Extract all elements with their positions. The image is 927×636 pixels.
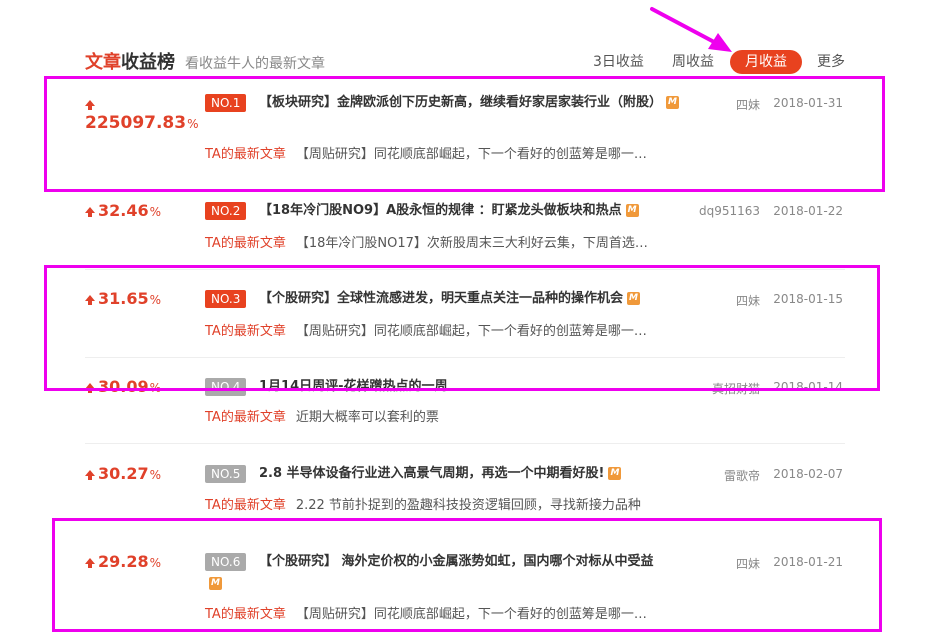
author-name[interactable]: 雷歌帝: [724, 467, 760, 484]
author-name[interactable]: 四妹: [736, 292, 760, 309]
publish-date: 2018-01-22: [773, 204, 843, 218]
latest-article: TA的最新文章 近期大概率可以套利的票: [205, 406, 439, 425]
up-arrow-icon: [85, 294, 95, 305]
mobile-badge-icon: M: [608, 467, 622, 480]
article-title[interactable]: 1月14日周评-花样蹭热点的一周: [259, 376, 719, 398]
gain-value: 29.28%: [85, 552, 161, 571]
list-item: 30.09% NO.4 1月14日周评-花样蹭热点的一周 真招财猫 2018-0…: [85, 358, 845, 444]
latest-link[interactable]: 【周贴研究】同花顺底部崛起，下一个看好的创蓝筹是哪一…: [296, 607, 647, 622]
gain-value: 32.46%: [85, 201, 161, 220]
gain-number: 30.27: [98, 464, 149, 483]
rank-badge: NO.3: [205, 290, 247, 308]
gain-number: 32.46: [98, 201, 149, 220]
author-name[interactable]: 真招财猫: [712, 380, 760, 397]
latest-link[interactable]: 近期大概率可以套利的票: [296, 410, 439, 425]
article-title[interactable]: 【板块研究】金牌欧派创下历史新高，继续看好家居家装行业（附股） M: [259, 92, 729, 114]
gain-value: 31.65%: [85, 289, 161, 308]
latest-label[interactable]: TA的最新文章: [205, 498, 286, 513]
list-item: 30.27% NO.5 2.8 半导体设备行业进入高景气周期，再选一个中期看好股…: [85, 444, 845, 528]
article-title-text: 【18年冷门股NO9】A股永恒的规律 ：盯紧龙头做板块和热点: [259, 203, 622, 218]
article-title-text: 【板块研究】金牌欧派创下历史新高，继续看好家居家装行业（附股）: [259, 95, 663, 110]
rank-badge: NO.6: [205, 553, 247, 571]
list-item: 29.28% NO.6 【个股研究】 海外定价权的小金属涨势如虹，国内哪个对标从…: [85, 528, 845, 628]
list-item: 225097.83% NO.1 【板块研究】金牌欧派创下历史新高，继续看好家居家…: [85, 88, 845, 190]
latest-article: TA的最新文章 【周贴研究】同花顺底部崛起，下一个看好的创蓝筹是哪一…: [205, 603, 647, 622]
up-arrow-icon: [85, 206, 95, 217]
gain-number: 30.09: [98, 377, 149, 396]
latest-article: TA的最新文章 【周贴研究】同花顺底部崛起，下一个看好的创蓝筹是哪一…: [205, 320, 647, 339]
article-title[interactable]: 【个股研究】全球性流感进发，明天重点关注一品种的操作机会 M: [259, 288, 719, 310]
publish-date: 2018-01-14: [773, 380, 843, 394]
section-subtitle: 看收益牛人的最新文章: [185, 56, 325, 72]
gain-percent: %: [149, 556, 162, 570]
article-title-text: 【个股研究】 海外定价权的小金属涨势如虹，国内哪个对标从中受益: [259, 554, 654, 569]
latest-label[interactable]: TA的最新文章: [205, 147, 286, 162]
mobile-badge-icon: M: [209, 577, 222, 590]
publish-date: 2018-01-15: [773, 292, 843, 306]
up-arrow-icon: [85, 557, 95, 568]
article-title[interactable]: 【18年冷门股NO9】A股永恒的规律 ：盯紧龙头做板块和热点 M: [259, 200, 719, 222]
gain-percent: %: [149, 468, 162, 482]
gain-value: 225097.83%: [85, 94, 199, 133]
latest-link[interactable]: 【周贴研究】同花顺底部崛起，下一个看好的创蓝筹是哪一…: [296, 147, 647, 162]
publish-date: 2018-02-07: [773, 467, 843, 481]
latest-article: TA的最新文章 2.22 节前扑捉到的盈趣科技投资逻辑回顾，寻找新接力品种: [205, 494, 641, 513]
mobile-badge-icon: M: [627, 292, 641, 305]
mobile-badge-icon: M: [625, 204, 639, 217]
title-highlight: 文章: [85, 52, 121, 73]
author-name[interactable]: dq951163: [699, 204, 760, 218]
gain-number: 31.65: [98, 289, 149, 308]
article-title-text: 1月14日周评-花样蹭热点的一周: [259, 379, 448, 394]
gain-percent: %: [149, 293, 162, 307]
tab-3day[interactable]: 3日收益: [593, 50, 644, 74]
latest-label[interactable]: TA的最新文章: [205, 324, 286, 339]
up-arrow-icon: [85, 382, 95, 393]
gain-number: 225097.83: [85, 113, 187, 133]
latest-link[interactable]: 【周贴研究】同花顺底部崛起，下一个看好的创蓝筹是哪一…: [296, 324, 647, 339]
gain-value: 30.27%: [85, 464, 161, 483]
gain-number: 29.28: [98, 552, 149, 571]
rank-badge: NO.1: [205, 94, 247, 112]
latest-label[interactable]: TA的最新文章: [205, 607, 286, 622]
mobile-badge-icon: M: [666, 96, 680, 109]
list-item: 31.65% NO.3 【个股研究】全球性流感进发，明天重点关注一品种的操作机会…: [85, 270, 845, 358]
publish-date: 2018-01-21: [773, 555, 843, 569]
latest-article: TA的最新文章 【18年冷门股NO17】次新股周末三大利好云集，下周首选…: [205, 232, 648, 251]
rank-badge: NO.4: [205, 378, 247, 396]
list-item: 32.46% NO.2 【18年冷门股NO9】A股永恒的规律 ：盯紧龙头做板块和…: [85, 190, 845, 270]
rank-badge: NO.5: [205, 465, 247, 483]
latest-article: TA的最新文章 【周贴研究】同花顺底部崛起，下一个看好的创蓝筹是哪一…: [205, 143, 647, 162]
article-title[interactable]: 2.8 半导体设备行业进入高景气周期，再选一个中期看好股! M: [259, 463, 719, 485]
gain-percent: %: [187, 117, 199, 131]
article-title-text: 2.8 半导体设备行业进入高景气周期，再选一个中期看好股!: [259, 466, 605, 481]
gain-value: 30.09%: [85, 377, 161, 396]
author-name[interactable]: 四妹: [736, 555, 760, 572]
gain-percent: %: [149, 381, 162, 395]
article-title-text: 【个股研究】全球性流感进发，明天重点关注一品种的操作机会: [259, 291, 624, 306]
author-name[interactable]: 四妹: [736, 96, 760, 113]
latest-label[interactable]: TA的最新文章: [205, 410, 286, 425]
title-rest: 收益榜: [121, 52, 175, 73]
up-arrow-icon: [85, 99, 95, 110]
article-title[interactable]: 【个股研究】 海外定价权的小金属涨势如虹，国内哪个对标从中受益 M: [209, 551, 699, 595]
latest-link[interactable]: 2.22 节前扑捉到的盈趣科技投资逻辑回顾，寻找新接力品种: [296, 498, 641, 513]
section-title: 文章收益榜: [85, 48, 175, 74]
gain-percent: %: [149, 205, 162, 219]
pointer-arrow-icon: [650, 7, 732, 52]
rank-badge: NO.2: [205, 202, 247, 220]
up-arrow-icon: [85, 469, 95, 480]
latest-label[interactable]: TA的最新文章: [205, 236, 286, 251]
latest-link[interactable]: 【18年冷门股NO17】次新股周末三大利好云集，下周首选…: [296, 236, 648, 251]
tab-more[interactable]: 更多: [817, 50, 845, 74]
publish-date: 2018-01-31: [773, 96, 843, 110]
